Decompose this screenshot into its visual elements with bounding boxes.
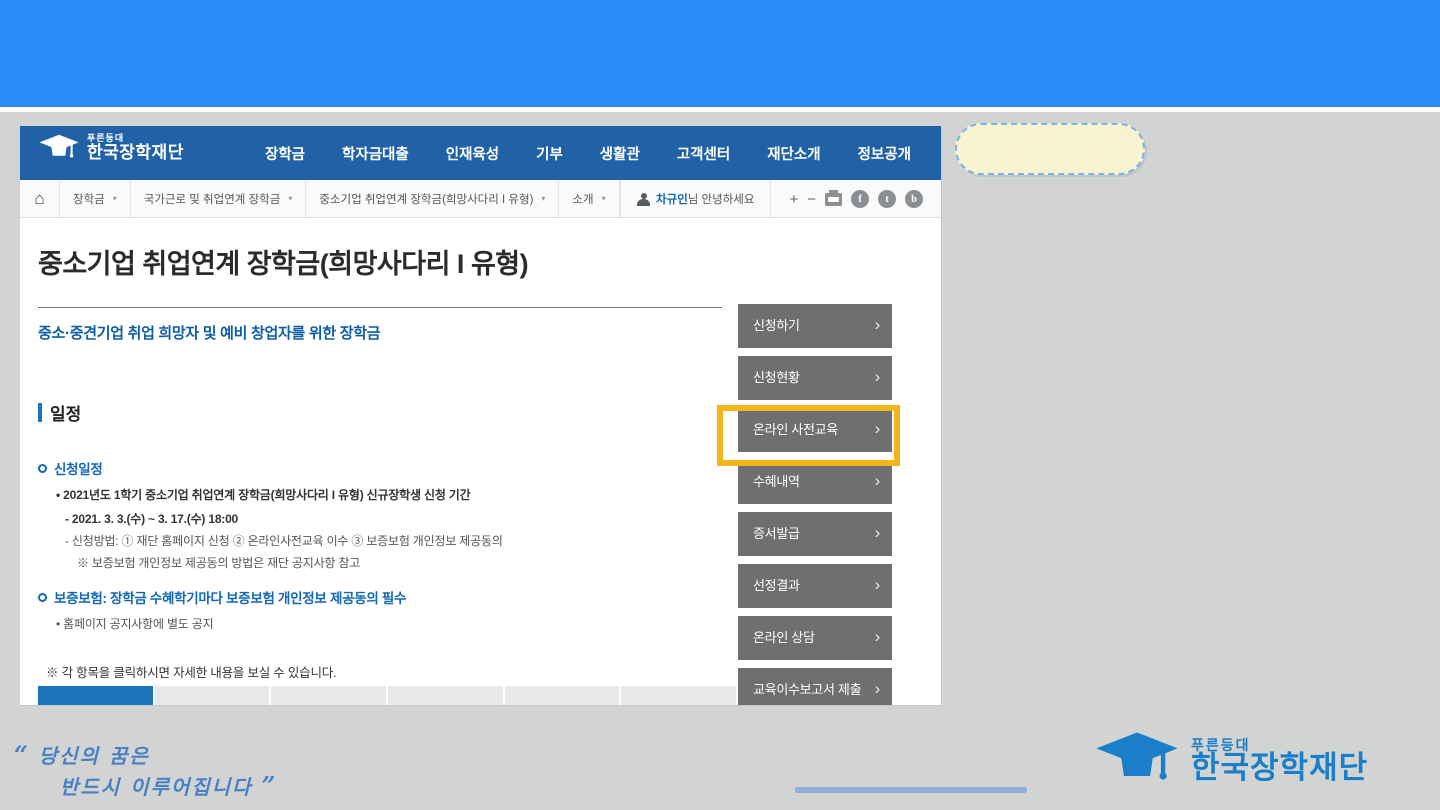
insurance-heading: 보증보험: 장학금 수혜학기마다 보증보험 개인정보 제공동의 필수 — [38, 587, 406, 607]
bottom-tab[interactable] — [38, 686, 153, 705]
user-icon — [637, 193, 650, 206]
print-icon[interactable] — [825, 193, 842, 206]
nav-item-dormitory[interactable]: 생활관 — [600, 143, 640, 164]
chevron-right-icon: › — [875, 304, 880, 346]
sidebar-item-application-status[interactable]: 신청현황› — [738, 356, 892, 400]
sidebar-item-education-report[interactable]: 교육이수보고서 제출› — [738, 668, 892, 705]
user-greeting: 차규인님 안녕하세요 — [620, 180, 770, 218]
nav-item-donation[interactable]: 기부 — [536, 143, 563, 164]
section-title: 일정 — [50, 400, 81, 425]
close-quote: ” — [262, 771, 278, 800]
presentation-slide: 푸른등대 한국장학재단 장학금 학자금대출 인재육성 기부 생활관 고객센터 재… — [0, 0, 1440, 810]
chevron-down-icon: ▾ — [602, 194, 606, 203]
nav-item-student-loan[interactable]: 학자금대출 — [342, 143, 409, 164]
sidebar-item-online-pre-education[interactable]: 온라인 사전교육› — [738, 408, 892, 452]
bottom-tab[interactable] — [271, 686, 386, 705]
font-smaller-button[interactable]: − — [807, 192, 816, 207]
chevron-down-icon: ▾ — [541, 194, 545, 203]
nav-item-talent[interactable]: 인재육성 — [446, 143, 499, 164]
chevron-right-icon: › — [875, 616, 880, 658]
bottom-tab-strip — [38, 686, 736, 705]
footer-accent-bar — [795, 787, 1027, 793]
empty-callout-shape — [955, 123, 1145, 175]
website-screenshot: 푸른등대 한국장학재단 장학금 학자금대출 인재육성 기부 생활관 고객센터 재… — [20, 126, 941, 705]
slide-top-banner — [0, 0, 1440, 112]
schedule-line: • 2021년도 1학기 중소기업 취업연계 장학금(희망사다리 I 유형) 신… — [56, 486, 470, 503]
sidebar-item-selection-result[interactable]: 선정결과› — [738, 564, 892, 608]
page-title: 중소기업 취업연계 장학금(희망사다리 I 유형) — [38, 242, 528, 281]
breadcrumb-item-intro[interactable]: 소개▾ — [559, 180, 619, 217]
home-icon[interactable]: ⌂ — [20, 180, 60, 217]
breadcrumb-item-scholarship[interactable]: 장학금▾ — [60, 180, 131, 217]
schedule-section-header: 일정 — [38, 400, 81, 425]
site-logo[interactable]: 푸른등대 한국장학재단 — [38, 133, 184, 163]
slogan-text: “ 당신의 꿈은 반드시 이루어집니다 ” — [14, 740, 277, 800]
breadcrumb-item-work-study[interactable]: 국가근로 및 취업연계 장학금▾ — [131, 180, 307, 217]
chevron-right-icon: › — [875, 356, 880, 398]
page-subtitle: 중소·중견기업 취업 희망자 및 예비 창업자를 위한 장학금 — [38, 322, 380, 343]
bottom-tab[interactable] — [621, 686, 736, 705]
facebook-icon[interactable]: f — [851, 190, 869, 208]
bottom-tab[interactable] — [155, 686, 270, 705]
nav-item-customer-center[interactable]: 고객센터 — [677, 143, 730, 164]
footer-logo: 푸른등대 한국장학재단 — [1093, 731, 1368, 789]
quick-menu-sidebar: 신청하기› 신청현황› 온라인 사전교육› 수혜내역› 증서발급› 선정결과› … — [738, 304, 892, 705]
footer-brand-large: 한국장학재단 — [1191, 752, 1368, 783]
graduation-cap-icon — [38, 133, 80, 163]
chevron-right-icon: › — [875, 512, 880, 554]
graduation-cap-icon — [1093, 731, 1181, 789]
site-header: 푸른등대 한국장학재단 장학금 학자금대출 인재육성 기부 생활관 고객센터 재… — [20, 126, 941, 180]
user-name: 차규인 — [656, 194, 688, 206]
sidebar-item-online-counsel[interactable]: 온라인 상담› — [738, 616, 892, 660]
blog-icon[interactable]: b — [905, 190, 923, 208]
click-hint-footnote: ※ 각 항목을 클릭하시면 자세한 내용을 보실 수 있습니다. — [46, 662, 336, 681]
section-marker — [38, 403, 42, 422]
font-larger-button[interactable]: + — [789, 192, 798, 207]
title-divider — [38, 307, 722, 308]
chevron-down-icon: ▾ — [113, 194, 117, 203]
global-nav: 장학금 학자금대출 인재육성 기부 생활관 고객센터 재단소개 정보공개 — [265, 126, 911, 180]
page-tools: + − f t b — [770, 180, 941, 218]
sidebar-item-certificate-issue[interactable]: 증서발급› — [738, 512, 892, 556]
application-schedule-heading: 신청일정 — [38, 458, 102, 478]
nav-item-about[interactable]: 재단소개 — [767, 143, 820, 164]
schedule-line: ※ 보증보험 개인정보 제공동의 방법은 재단 공지사항 참고 — [77, 554, 360, 571]
breadcrumb-right-tools: 차규인님 안녕하세요 + − f t b — [620, 180, 941, 218]
nav-item-disclosure[interactable]: 정보공개 — [858, 143, 911, 164]
breadcrumb-item-sme-scholarship[interactable]: 중소기업 취업연계 장학금(희망사다리 I 유형)▾ — [306, 180, 559, 217]
bottom-tab[interactable] — [388, 686, 503, 705]
greeting-text: 님 안녕하세요 — [688, 194, 755, 206]
schedule-line: - 2021. 3. 3.(수) ~ 3. 17.(수) 18:00 — [65, 510, 238, 527]
chevron-right-icon: › — [875, 564, 880, 606]
chevron-right-icon: › — [875, 460, 880, 502]
chevron-down-icon: ▾ — [288, 194, 292, 203]
open-quote: “ — [14, 740, 30, 769]
logo-brand-large: 한국장학재단 — [87, 144, 184, 162]
sidebar-item-apply[interactable]: 신청하기› — [738, 304, 892, 348]
schedule-line: - 신청방법: ① 재단 홈페이지 신청 ② 온라인사전교육 이수 ③ 보증보험… — [65, 532, 503, 549]
twitter-icon[interactable]: t — [878, 190, 896, 208]
nav-item-scholarship[interactable]: 장학금 — [265, 143, 305, 164]
insurance-note: • 홈페이지 공지사항에 별도 공지 — [56, 615, 213, 632]
circle-bullet-icon — [38, 593, 47, 602]
circle-bullet-icon — [38, 464, 47, 473]
chevron-right-icon: › — [875, 668, 880, 705]
bottom-tab[interactable] — [505, 686, 620, 705]
breadcrumb: ⌂ 장학금▾ 국가근로 및 취업연계 장학금▾ 중소기업 취업연계 장학금(희망… — [20, 180, 941, 218]
chevron-right-icon: › — [875, 408, 880, 450]
sidebar-item-benefit-history[interactable]: 수혜내역› — [738, 460, 892, 504]
